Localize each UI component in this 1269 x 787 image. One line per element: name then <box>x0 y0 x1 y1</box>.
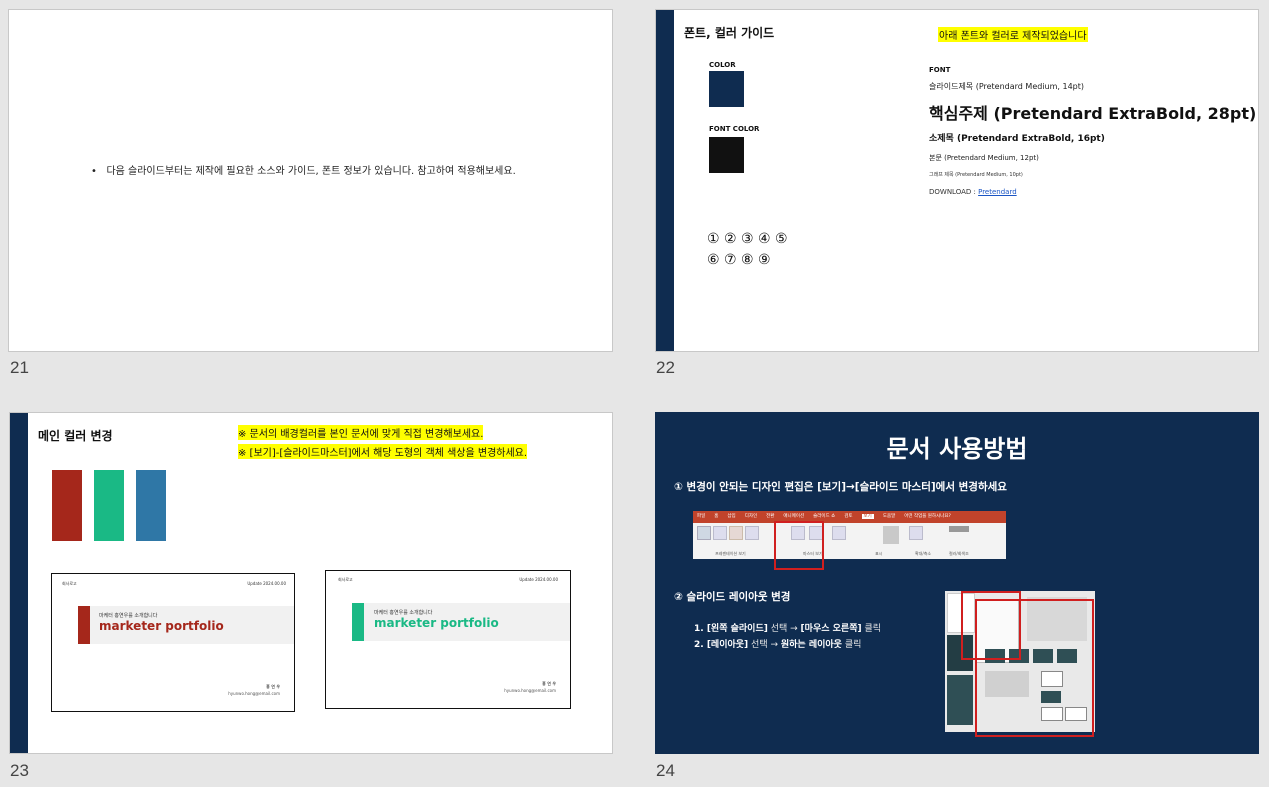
slide-title: 문서 사용방법 <box>886 435 1028 463</box>
ribbon-group-2: 표시 <box>875 551 883 556</box>
ribbon-group-3: 확대/축소 <box>915 551 932 556</box>
font-body-line: 본문 (Pretendard Medium, 12pt) <box>929 154 1039 162</box>
slide-number-23: 23 <box>10 761 29 780</box>
pretendard-download-link[interactable]: Pretendard <box>978 188 1017 196</box>
font-color-label: FONT COLOR <box>709 125 760 133</box>
slide-thumbnail-21[interactable]: • 다음 슬라이드부터는 제작에 필요한 소스와 가이드, 폰트 정보가 있습니… <box>8 9 613 352</box>
ribbon-tab-4: 전환 <box>766 514 775 519</box>
circled-numbers-row-1: ① ② ③ ④ ⑤ <box>707 231 788 247</box>
cover-preview-card-green: 회사로고 Update 2024.00.00 마케터 홍연우를 소개합니다 ma… <box>325 570 571 709</box>
ribbon-tab-7: 검토 <box>844 514 853 519</box>
update-date: Update 2024.00.00 <box>519 577 558 582</box>
red-swatch <box>52 470 82 541</box>
layout-grid-highlight-box <box>975 599 1094 737</box>
download-line: DOWNLOAD : Pretendard <box>929 188 1017 196</box>
ribbon-tab-1: 홈 <box>714 514 719 519</box>
slide-thumbnail-22[interactable]: 폰트, 컬러 가이드 아래 폰트와 컬러로 제작되었습니다 COLOR FONT… <box>655 9 1259 352</box>
font-subtitle-line: 소제목 (Pretendard ExtraBold, 16pt) <box>929 134 1105 144</box>
ribbon-tab-10: 어떤 작업을 원하시나요? <box>904 514 951 519</box>
card-title: marketer portfolio <box>374 616 499 630</box>
ribbon-tabs: 파일 홈 삽입 디자인 전환 애니메이션 슬라이드 쇼 검토 보기 도움말 어떤 작업을 원하시나요… <box>697 513 960 519</box>
ribbon-group-0: 프레젠테이션 보기 <box>715 551 746 556</box>
side-accent-bar <box>656 10 674 351</box>
card-name: 홍 연 우 <box>542 681 556 686</box>
ribbon-icons <box>697 526 1002 546</box>
ribbon-screenshot: 파일 홈 삽입 디자인 전환 애니메이션 슬라이드 쇼 검토 보기 도움말 어떤 작업을 원하시나요… <box>693 511 1006 559</box>
slide-number-24: 24 <box>656 761 675 780</box>
circled-numbers-row-2: ⑥ ⑦ ⑧ ⑨ <box>707 252 771 268</box>
ribbon-tab-2: 삽입 <box>727 514 736 519</box>
slide-number-21: 21 <box>10 358 29 377</box>
sub-step-1: 1. [왼쪽 슬라이드] 선택 → [마우스 오른쪽] 클릭 <box>694 624 882 634</box>
card-title: marketer portfolio <box>99 619 224 633</box>
slide-title: 폰트, 컬러 가이드 <box>684 26 775 40</box>
card-email: hyunwo.hong@email.com <box>504 688 556 693</box>
color-label: COLOR <box>709 61 736 69</box>
highlight-note-2: ※ [보기]-[슬라이드마스터]에서 해당 도형의 객체 색상을 변경하세요. <box>238 444 528 459</box>
font-headline-line: 핵심주제 (Pretendard ExtraBold, 28pt) <box>929 104 1257 123</box>
cover-preview-card-red: 회사로고 Update 2024.00.00 마케터 홍연우를 소개합니다 ma… <box>51 573 295 712</box>
ribbon-tab-3: 디자인 <box>744 514 758 519</box>
company-logo-text: 회사로고 <box>62 581 77 586</box>
sub-step-2: 2. [레이아웃] 선택 → 원하는 레이아웃 클릭 <box>694 640 862 650</box>
card-email: hyunwo.hong@email.com <box>228 691 280 696</box>
main-color-swatch <box>709 71 744 107</box>
ribbon-tab-6: 슬라이드 쇼 <box>813 514 836 519</box>
font-color-swatch <box>709 137 744 173</box>
font-slide-title-line: 슬라이드제목 (Pretendard Medium, 14pt) <box>929 82 1085 91</box>
slide-master-highlight-box <box>774 521 824 570</box>
ribbon-group-4: 컬러/회색조 <box>949 551 969 556</box>
font-caption-line: 그래프 제목 (Pretendard Medium, 10pt) <box>929 172 1023 178</box>
green-swatch <box>94 470 124 541</box>
blue-swatch <box>136 470 166 541</box>
highlight-note-1: ※ 문서의 배경컬러를 본인 문서에 맞게 직접 변경해보세요. <box>238 425 484 440</box>
bullet-text: • 다음 슬라이드부터는 제작에 필요한 소스와 가이드, 폰트 정보가 있습니… <box>91 166 516 177</box>
card-name: 홍 연 우 <box>266 684 280 689</box>
accent-block <box>78 606 90 644</box>
slide-thumbnail-24[interactable]: 문서 사용방법 ① 변경이 안되는 디자인 편집은 [보기]→[슬라이드 마스터… <box>655 412 1259 754</box>
side-accent-bar <box>10 413 28 753</box>
highlight-note: 아래 폰트와 컬러로 제작되었습니다 <box>938 27 1088 42</box>
bullet-dot: • <box>91 166 107 177</box>
slide-number-22: 22 <box>656 358 675 377</box>
step-1-text: ① 변경이 안되는 디자인 편집은 [보기]→[슬라이드 마스터]에서 변경하세… <box>674 481 1007 493</box>
card-subtitle: 마케터 홍연우를 소개합니다 <box>99 613 158 619</box>
ribbon-tab-8: 보기 <box>861 514 874 519</box>
slide-thumbnail-23[interactable]: 메인 컬러 변경 ※ 문서의 배경컬러를 본인 문서에 맞게 직접 변경해보세요… <box>9 412 613 754</box>
ribbon-tab-5: 애니메이션 <box>783 514 805 519</box>
accent-block <box>352 603 364 641</box>
slide-title: 메인 컬러 변경 <box>38 429 113 443</box>
step-2-text: ② 슬라이드 레이아웃 변경 <box>674 591 791 603</box>
card-subtitle: 마케터 홍연우를 소개합니다 <box>374 610 433 616</box>
ribbon-tab-bar: 파일 홈 삽입 디자인 전환 애니메이션 슬라이드 쇼 검토 보기 도움말 어떤 작업을 원하시나요… <box>693 511 1006 523</box>
update-date: Update 2024.00.00 <box>247 581 286 586</box>
ribbon-tab-0: 파일 <box>697 514 706 519</box>
company-logo-text: 회사로고 <box>338 577 353 582</box>
ribbon-tab-9: 도움말 <box>882 514 896 519</box>
font-label: FONT <box>929 66 951 74</box>
